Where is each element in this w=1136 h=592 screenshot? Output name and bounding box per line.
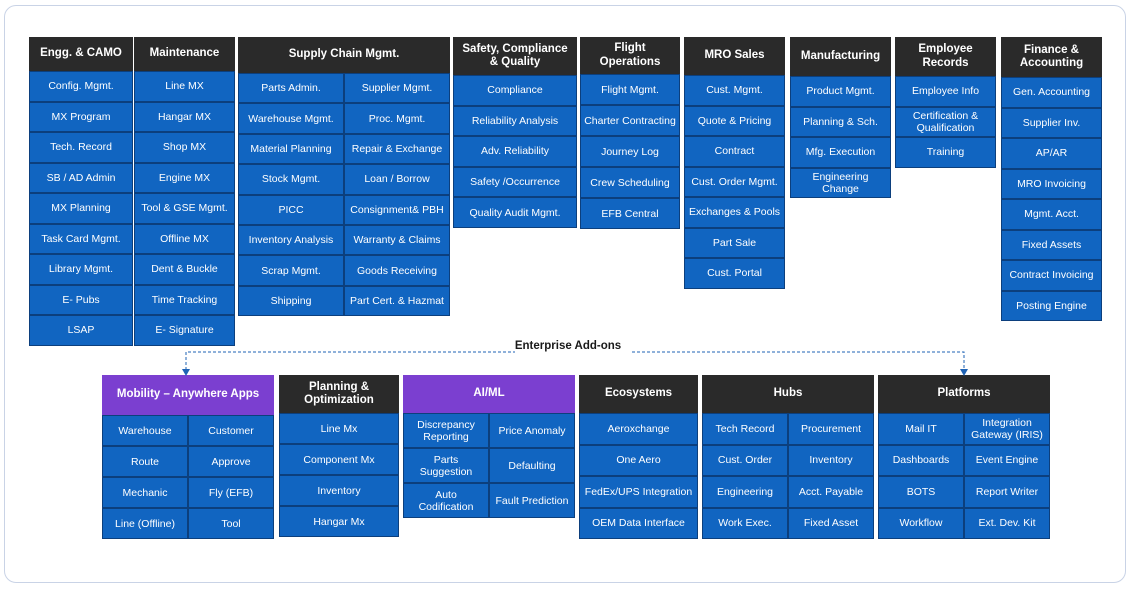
connector-left-line xyxy=(185,351,515,375)
addons-connector xyxy=(182,351,968,376)
connector-right-arrow-icon xyxy=(960,369,968,376)
connector-right-line xyxy=(632,351,965,375)
connector-left-arrow-icon xyxy=(182,369,190,376)
enterprise-addons-label: Enterprise Add-ons xyxy=(514,340,622,352)
